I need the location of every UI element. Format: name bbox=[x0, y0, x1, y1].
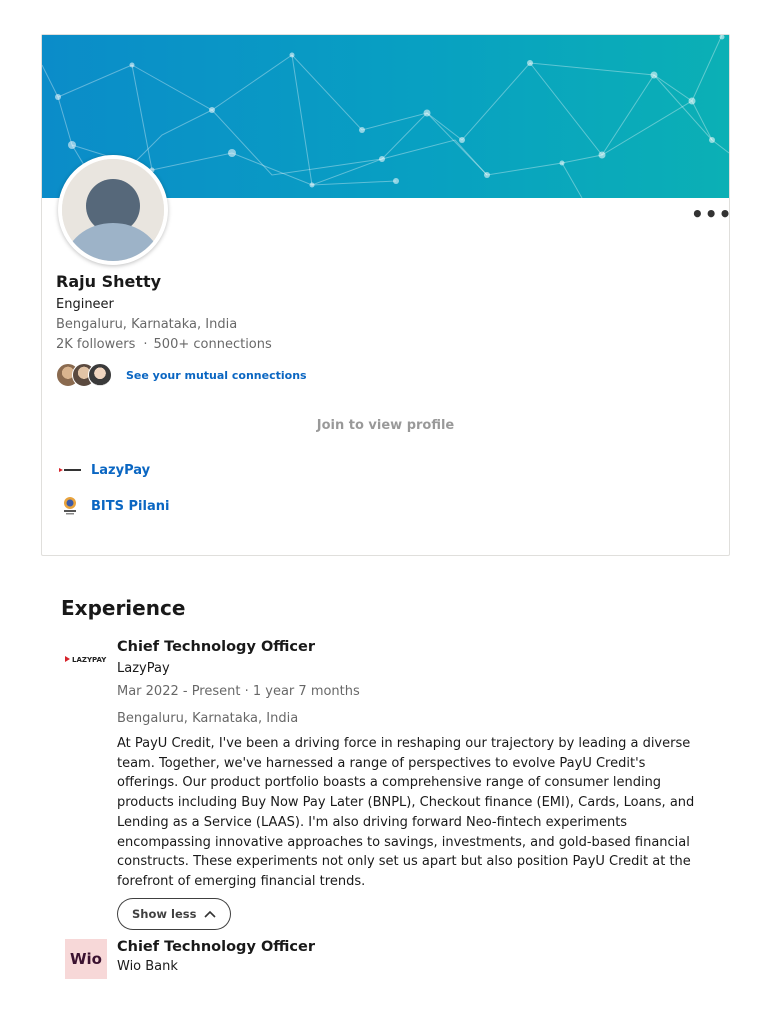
more-horizontal-icon: ••• bbox=[691, 202, 733, 226]
experience-description: At PayU Credit, I've been a driving forc… bbox=[117, 736, 695, 889]
more-options-button[interactable]: ••• bbox=[691, 203, 731, 227]
stats-separator: · bbox=[143, 337, 148, 352]
experience-role[interactable]: Chief Technology Officer bbox=[117, 637, 703, 657]
profile-top-card: ••• Raju Shetty Engineer Bengaluru, Karn… bbox=[41, 34, 731, 556]
bits-pilani-logo-icon bbox=[58, 494, 82, 518]
org-label: LazyPay bbox=[91, 462, 151, 478]
wio-bank-company-logo[interactable]: Wio bbox=[65, 939, 107, 979]
experience-company[interactable]: LazyPay bbox=[117, 659, 703, 679]
experience-item: LAZYPAY Chief Technology Officer LazyPay… bbox=[64, 637, 704, 930]
mutual-connections-link[interactable]: See your mutual connections bbox=[126, 369, 307, 382]
experience-details: Chief Technology Officer LazyPay Mar 202… bbox=[117, 637, 703, 930]
lazypay-company-logo[interactable]: LAZYPAY bbox=[64, 637, 108, 681]
experience-role[interactable]: Chief Technology Officer bbox=[117, 937, 703, 957]
lazypay-logo-icon bbox=[58, 458, 82, 482]
profile-name: Raju Shetty bbox=[56, 272, 162, 291]
profile-stats: 2K followers · 500+ connections bbox=[56, 337, 272, 352]
org-link-bits-pilani[interactable]: BITS Pilani bbox=[58, 494, 169, 518]
mutual-connections[interactable]: See your mutual connections bbox=[56, 362, 307, 388]
mutual-avatar bbox=[88, 363, 112, 387]
mutual-avatars bbox=[56, 362, 118, 388]
wio-logo-text: Wio bbox=[70, 950, 102, 968]
experience-location: Bengaluru, Karnataka, India bbox=[117, 711, 299, 726]
org-label: BITS Pilani bbox=[91, 498, 170, 514]
experience-company[interactable]: Wio Bank bbox=[117, 957, 703, 977]
profile-avatar bbox=[58, 155, 168, 265]
join-to-view-profile[interactable]: Join to view profile bbox=[42, 418, 729, 433]
profile-location: Bengaluru, Karnataka, India bbox=[56, 317, 238, 332]
experience-section-title: Experience bbox=[61, 596, 186, 620]
connections-count[interactable]: 500+ connections bbox=[154, 337, 272, 352]
default-person-icon bbox=[62, 159, 164, 261]
org-link-lazypay[interactable]: LazyPay bbox=[58, 458, 150, 482]
experience-dates: Mar 2022 - Present · 1 year 7 months bbox=[117, 684, 360, 699]
chevron-up-icon bbox=[204, 910, 217, 918]
experience-item: Wio Chief Technology Officer Wio Bank bbox=[64, 937, 704, 981]
followers-count: 2K followers bbox=[56, 337, 136, 352]
lazypay-logo-text: LAZYPAY bbox=[72, 656, 107, 664]
show-less-button[interactable]: Show less bbox=[117, 897, 232, 930]
experience-details: Chief Technology Officer Wio Bank bbox=[117, 937, 703, 977]
profile-headline: Engineer bbox=[56, 297, 114, 312]
show-less-label: Show less bbox=[132, 906, 197, 921]
